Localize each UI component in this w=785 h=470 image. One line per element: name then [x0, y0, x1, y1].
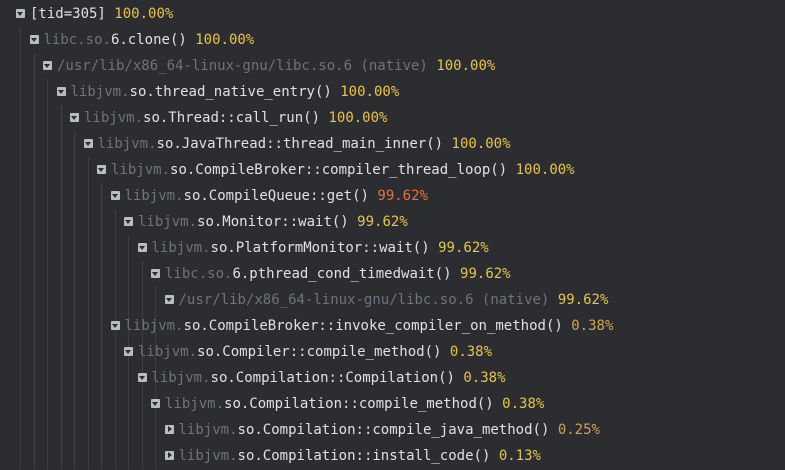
tree-node[interactable]: libjvm.so.CompileBroker::invoke_compiler…	[0, 313, 613, 339]
tree-node[interactable]: libjvm.so.JavaThread::thread_main_inner(…	[0, 131, 511, 157]
node-function-name: [tid=305]	[30, 6, 106, 22]
node-percentage: 0.38%	[571, 318, 614, 334]
node-percentage: 100.00%	[436, 58, 496, 74]
node-function-name: so.Thread::call_run()	[143, 110, 321, 126]
collapse-toggle-icon[interactable]	[56, 86, 66, 96]
tree-node[interactable]: libjvm.so.CompileBroker::compiler_thread…	[0, 157, 575, 183]
tree-node[interactable]: libjvm.so.Compilation::compile_java_meth…	[0, 417, 600, 443]
node-function-name: so.JavaThread::thread_main_inner()	[156, 136, 444, 152]
node-percentage: 99.62%	[377, 188, 428, 204]
node-module-prefix: /usr/lib/x86_64-linux-gnu/libc.so.6 (nat…	[57, 58, 428, 74]
node-module-prefix: libjvm.	[178, 422, 238, 438]
node-percentage: 0.38%	[449, 344, 493, 360]
tree-node[interactable]: libjvm.so.Compilation::install_code() 0.…	[0, 443, 541, 469]
node-module-prefix: libc.so.	[165, 266, 233, 282]
node-function-name: so.CompileQueue::get()	[183, 188, 369, 204]
call-tree: [tid=305] 100.00% libc.so.6.clone() 100.0…	[0, 0, 785, 470]
node-module-prefix: libjvm.	[70, 84, 130, 100]
tree-node[interactable]: /usr/lib/x86_64-linux-gnu/libc.so.6 (nat…	[0, 53, 495, 79]
collapse-toggle-icon[interactable]	[151, 268, 160, 278]
collapse-toggle-icon[interactable]	[110, 190, 120, 200]
tree-node[interactable]: libjvm.so.Compilation::compile_method() …	[0, 391, 544, 417]
node-function-name: so.thread_native_entry()	[129, 84, 332, 100]
node-percentage: 100.00%	[515, 162, 575, 178]
node-percentage: 100.00%	[328, 110, 388, 126]
node-percentage: 100.00%	[340, 84, 400, 100]
node-module-prefix: libjvm.	[97, 136, 157, 152]
node-module-prefix: libjvm.	[124, 188, 184, 204]
node-function-name: so.Monitor::wait()	[197, 214, 349, 230]
tree-node[interactable]: /usr/lib/x86_64-linux-gnu/libc.so.6 (nat…	[0, 287, 608, 313]
node-percentage: 99.62%	[438, 240, 489, 256]
node-function-name: 6.pthread_cond_timedwait()	[232, 266, 452, 282]
collapse-toggle-icon[interactable]	[137, 242, 147, 252]
node-function-name: so.Compiler::compile_method()	[197, 344, 442, 360]
collapse-toggle-icon[interactable]	[29, 34, 39, 44]
collapse-toggle-icon[interactable]	[110, 320, 120, 330]
node-module-prefix: libjvm.	[84, 110, 144, 126]
node-percentage: 99.62%	[357, 214, 408, 230]
node-percentage: 0.25%	[557, 422, 600, 438]
node-function-name: so.Compilation::compile_method()	[224, 396, 494, 412]
tree-node[interactable]: [tid=305] 100.00%	[0, 1, 173, 27]
node-percentage: 100.00%	[451, 136, 511, 152]
node-module-prefix: /usr/lib/x86_64-linux-gnu/libc.so.6 (nat…	[178, 292, 550, 308]
tree-node[interactable]: libjvm.so.Compiler::compile_method() 0.3…	[0, 339, 492, 365]
node-percentage: 99.62%	[557, 292, 609, 308]
tree-node[interactable]: libjvm.so.thread_native_entry() 100.00%	[0, 79, 399, 105]
collapse-toggle-icon[interactable]	[97, 164, 106, 174]
node-module-prefix: libjvm.	[151, 370, 211, 386]
node-function-name: so.Compilation::compile_java_method()	[237, 422, 550, 438]
tree-node[interactable]: libjvm.so.PlatformMonitor::wait() 99.62%	[0, 235, 489, 261]
node-module-prefix: libjvm.	[138, 214, 198, 230]
collapse-toggle-icon[interactable]	[137, 372, 147, 382]
expand-toggle-icon[interactable]	[164, 450, 174, 460]
node-percentage: 0.13%	[498, 448, 541, 464]
node-percentage: 0.38%	[502, 396, 545, 412]
tree-node[interactable]: libjvm.so.Compilation::Compilation() 0.3…	[0, 365, 506, 391]
node-module-prefix: libjvm.	[165, 396, 225, 412]
node-module-prefix: libjvm.	[138, 344, 198, 360]
node-module-prefix: libjvm.	[124, 318, 184, 334]
node-percentage: 100.00%	[114, 6, 174, 22]
collapse-toggle-icon[interactable]	[43, 60, 52, 70]
tree-node[interactable]: libjvm.so.Thread::call_run() 100.00%	[0, 105, 387, 131]
node-function-name: so.Compilation::install_code()	[237, 448, 491, 464]
node-function-name: 6.clone()	[110, 32, 187, 48]
collapse-toggle-icon[interactable]	[164, 294, 174, 304]
node-module-prefix: libjvm.	[178, 448, 238, 464]
collapse-toggle-icon[interactable]	[70, 112, 79, 122]
node-function-name: so.PlatformMonitor::wait()	[210, 240, 430, 256]
collapse-toggle-icon[interactable]	[124, 346, 133, 356]
node-function-name: so.CompileBroker::invoke_compiler_on_met…	[183, 318, 563, 334]
collapse-toggle-icon[interactable]	[83, 138, 93, 148]
node-percentage: 99.62%	[460, 266, 511, 282]
node-percentage: 0.38%	[463, 370, 506, 386]
node-percentage: 100.00%	[195, 32, 255, 48]
tree-node[interactable]: libc.so.6.clone() 100.00%	[0, 27, 254, 53]
node-module-prefix: libjvm.	[111, 162, 171, 178]
expand-toggle-icon[interactable]	[164, 424, 174, 434]
tree-node[interactable]: libjvm.so.CompileQueue::get() 99.62%	[0, 183, 428, 209]
collapse-toggle-icon[interactable]	[16, 8, 25, 18]
node-function-name: so.Compilation::Compilation()	[210, 370, 455, 386]
node-function-name: so.CompileBroker::compiler_thread_loop()	[170, 162, 508, 178]
collapse-toggle-icon[interactable]	[151, 398, 160, 408]
collapse-toggle-icon[interactable]	[124, 216, 133, 226]
tree-node[interactable]: libc.so.6.pthread_cond_timedwait() 99.62…	[0, 261, 511, 287]
node-module-prefix: libjvm.	[151, 240, 211, 256]
tree-node[interactable]: libjvm.so.Monitor::wait() 99.62%	[0, 209, 408, 235]
node-module-prefix: libc.so.	[43, 32, 111, 48]
